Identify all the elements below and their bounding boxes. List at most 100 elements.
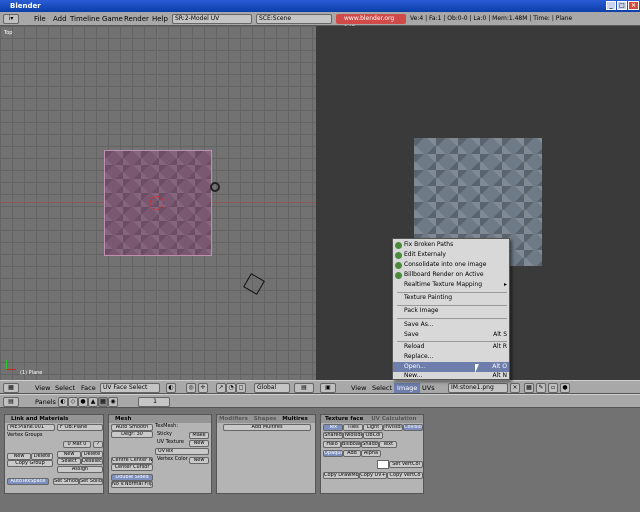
tab-modifiers[interactable]: Modifiers	[219, 416, 248, 422]
center-new-button[interactable]: Centre Center New	[111, 457, 153, 464]
close-button[interactable]: ×	[628, 1, 639, 10]
menu-item-edit-externaly[interactable]: Edit Externaly	[393, 250, 509, 260]
tab-multires[interactable]: Multires	[282, 416, 308, 422]
editor-type-icon[interactable]: ▤	[3, 397, 19, 407]
minimize-button[interactable]: _	[606, 1, 616, 10]
logic-icon[interactable]: ◐	[58, 397, 68, 407]
lamp-icon[interactable]	[210, 182, 220, 192]
script-icon[interactable]: ◇	[68, 397, 78, 407]
sticky-make-button[interactable]: Make	[189, 432, 209, 439]
twoside-toggle[interactable]: Twoside	[343, 432, 363, 439]
menu-view[interactable]: View	[351, 383, 366, 393]
editing-icon[interactable]: ▦	[98, 397, 108, 407]
uv-texture-new-button[interactable]: New	[189, 440, 209, 447]
vertex-color-new-button[interactable]: New	[189, 457, 209, 464]
billboard-toggle[interactable]: Billboar	[341, 441, 361, 448]
opaque-toggle[interactable]: Opaque	[323, 450, 343, 457]
widget-icon[interactable]: ✛	[198, 383, 208, 393]
pack-icon[interactable]: ▦	[524, 383, 534, 393]
mesh-name-field[interactable]: ME:Plane.001	[7, 424, 55, 431]
menu-add[interactable]: Add	[53, 14, 67, 24]
collision-toggle[interactable]: Collision	[403, 424, 423, 431]
editor-type-icon[interactable]: i▾	[3, 14, 19, 24]
mode-selector[interactable]: UV Face Select	[100, 383, 160, 393]
tab-uv-calculation[interactable]: UV Calculation	[371, 416, 416, 422]
auto-smooth-toggle[interactable]: Auto Smooth	[111, 424, 153, 431]
shared-toggle[interactable]: Shared	[323, 432, 343, 439]
image-browse[interactable]: IM:stone1.png	[448, 383, 508, 393]
orientation-selector[interactable]: Global	[254, 383, 290, 393]
menu-item-consolidate[interactable]: Consolidate into one image	[393, 260, 509, 270]
layers-icon[interactable]: ▤	[294, 383, 314, 393]
scale-icon[interactable]: ◻	[236, 383, 246, 393]
copy-drawmode-button[interactable]: Copy DrawMo	[323, 472, 359, 479]
copy-vertcol-button[interactable]: Copy VertCo	[387, 472, 423, 479]
menu-item-replace[interactable]: Replace...	[393, 352, 509, 362]
blender-url-link[interactable]: www.blender.org 245	[336, 14, 406, 32]
menu-item-reload[interactable]: Reload Alt R	[393, 342, 509, 352]
material-assign-button[interactable]: Assign	[57, 466, 103, 473]
menu-item-realtime-texture-mapping[interactable]: Realtime Texture Mapping ▸	[393, 280, 509, 290]
menu-file[interactable]: File	[34, 14, 46, 24]
set-solid-button[interactable]: Set Solid	[79, 478, 103, 485]
no-vnormal-flip-toggle[interactable]: No V.Normal Flip	[111, 481, 153, 488]
menu-face[interactable]: Face	[81, 383, 96, 393]
editor-type-icon[interactable]: ▣	[320, 383, 336, 393]
translate-icon[interactable]: ↗	[216, 383, 226, 393]
tiles-toggle[interactable]: Tiles	[343, 424, 363, 431]
set-smooth-button[interactable]: Set Smoo	[53, 478, 79, 485]
close-image-icon[interactable]: ×	[510, 383, 520, 393]
lock-icon[interactable]: ▫	[548, 383, 558, 393]
tex-toggle[interactable]: Tex	[323, 424, 343, 431]
menu-game[interactable]: Game	[102, 14, 123, 24]
menu-item-save-as[interactable]: Save As...	[393, 320, 509, 330]
center-cursor-button[interactable]: Center Cursor	[111, 464, 153, 471]
material-select-button[interactable]: Select	[57, 458, 81, 465]
menu-uvs[interactable]: UVs	[422, 383, 435, 393]
shadow-toggle[interactable]: Shado	[361, 441, 379, 448]
menu-item-save[interactable]: Save Alt S	[393, 330, 509, 340]
degr-field[interactable]: Degr: 30	[111, 431, 153, 438]
tab-shapes[interactable]: Shapes	[254, 416, 277, 422]
tab-texture-face[interactable]: Texture face	[325, 416, 363, 422]
material-delete-button[interactable]: Delete	[81, 451, 103, 458]
frame-number-field[interactable]: 1	[138, 397, 170, 407]
menu-render[interactable]: Render	[124, 14, 149, 24]
alpha-toggle[interactable]: Alpha	[361, 450, 381, 457]
copy-uv-button[interactable]: Copy UV+	[359, 472, 387, 479]
pivot-icon[interactable]: ◎	[186, 383, 196, 393]
maximize-button[interactable]: □	[617, 1, 627, 10]
scene-selector[interactable]: SCE:Scene	[256, 14, 332, 24]
vertex-color-swatch[interactable]	[377, 460, 389, 469]
menu-select[interactable]: Select	[372, 383, 392, 393]
rotate-icon[interactable]: ◔	[226, 383, 236, 393]
invisible-toggle[interactable]: Invisibl	[383, 424, 403, 431]
text-toggle[interactable]: Text	[379, 441, 397, 448]
camera-icon[interactable]	[243, 273, 265, 295]
3d-viewport[interactable]: Top (1) Plane	[0, 26, 316, 380]
obcol-toggle[interactable]: ObCol	[363, 432, 383, 439]
menu-item-billboard-render[interactable]: Billboard Render on Active	[393, 270, 509, 280]
add-multires-button[interactable]: Add Multires	[223, 424, 311, 431]
double-sided-toggle[interactable]: Double Sided	[111, 474, 153, 481]
menu-item-fix-broken-paths[interactable]: Fix Broken Paths	[393, 240, 509, 250]
draw-type-icon[interactable]: ◐	[166, 383, 176, 393]
object-name-field[interactable]: F OB:Plane	[57, 424, 103, 431]
light-toggle[interactable]: Light	[363, 424, 383, 431]
menu-image[interactable]: Image	[394, 383, 421, 393]
menu-select[interactable]: Select	[55, 383, 75, 393]
autotexspace-toggle[interactable]: AutoTexSpace	[7, 478, 49, 485]
material-deselect-button[interactable]: Deselect	[81, 458, 103, 465]
shading-icon[interactable]: ●	[78, 397, 88, 407]
scene-icon[interactable]: ◉	[108, 397, 118, 407]
menu-view[interactable]: View	[35, 383, 50, 393]
menu-item-texture-painting[interactable]: Texture Painting	[393, 293, 509, 303]
editor-type-icon[interactable]: ▦	[3, 383, 19, 393]
halo-toggle[interactable]: Halo	[323, 441, 341, 448]
screen-selector[interactable]: SR:2-Model UV	[172, 14, 252, 24]
menu-item-pack-image[interactable]: Pack Image	[393, 306, 509, 316]
menu-timeline[interactable]: Timeline	[70, 14, 100, 24]
vgroup-delete-button[interactable]: Delete	[31, 453, 53, 460]
menu-panels[interactable]: Panels	[35, 397, 56, 407]
record-icon[interactable]: ●	[560, 383, 570, 393]
